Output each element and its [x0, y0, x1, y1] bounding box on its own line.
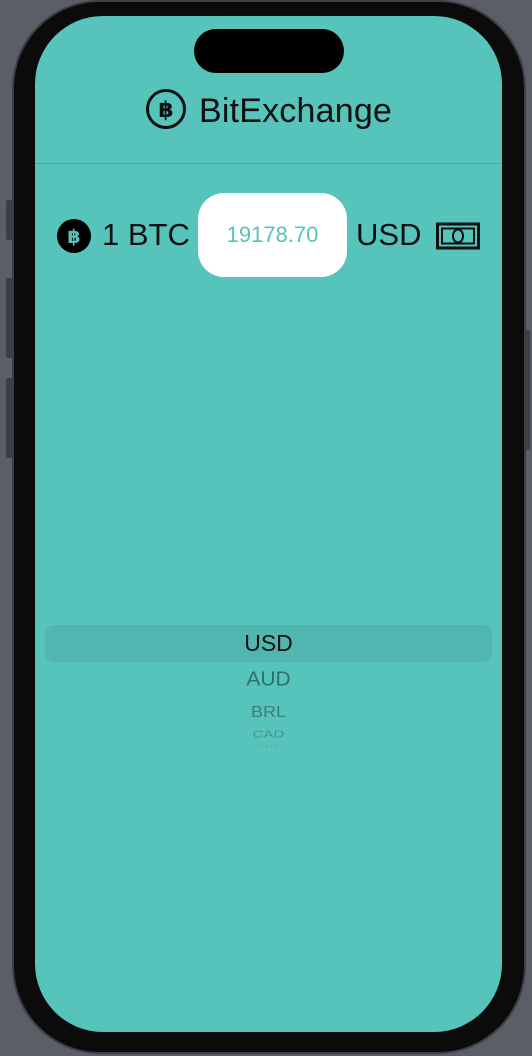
banknote-icon	[436, 221, 480, 251]
volume-up-button	[6, 278, 12, 358]
app-title: BitExchange	[198, 91, 393, 130]
btc-amount-label: 1 BTC	[102, 217, 190, 252]
app-header: ฿ BitExchange	[35, 88, 502, 134]
currency-label: USD	[356, 217, 422, 252]
picker-option[interactable]: CNY	[45, 745, 492, 750]
volume-down-button	[6, 378, 12, 458]
picker-option[interactable]: AUD	[45, 669, 492, 692]
app-screen: ฿ BitExchange ฿ 1 BTC 19178.70 USD USD A…	[35, 16, 502, 1032]
svg-text:฿: ฿	[67, 226, 80, 248]
action-button	[6, 200, 12, 240]
picker-option[interactable]: USD	[45, 630, 492, 657]
picker-option[interactable]: CAD	[45, 729, 492, 740]
rate-row: ฿ 1 BTC 19178.70 USD	[35, 193, 502, 277]
rate-value: 19178.70	[226, 222, 319, 247]
header-divider	[35, 163, 502, 164]
svg-text:฿: ฿	[158, 98, 173, 123]
picker-option[interactable]: BRL	[45, 704, 492, 722]
dynamic-island	[194, 29, 344, 73]
bitcoin-fill-icon: ฿	[57, 219, 91, 253]
power-button	[524, 330, 530, 450]
bitcoin-circle-icon: ฿	[145, 88, 187, 135]
currency-picker[interactable]: USD AUD BRL CAD CNY	[45, 602, 492, 762]
rate-value-box: 19178.70	[198, 193, 347, 277]
